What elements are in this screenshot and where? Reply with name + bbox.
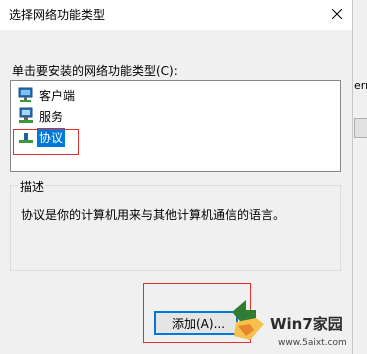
list-item-label: 服务 [39, 109, 64, 124]
list-item-client[interactable]: 客户端 [17, 85, 77, 105]
close-button[interactable] [322, 0, 352, 28]
win7-logo-icon [232, 300, 264, 340]
list-item-label: 客户端 [39, 88, 76, 103]
close-icon [332, 9, 342, 19]
network-protocol-icon [19, 133, 33, 143]
select-network-feature-dialog: 选择网络功能类型 单击要安装的网络功能类型(C): 客户端 服务 协议 描述 协… [0, 0, 352, 354]
list-item-service[interactable]: 服务 [17, 106, 65, 126]
description-group: 描述 协议是你的计算机用来与其他计算机通信的语言。 [10, 178, 341, 271]
network-client-icon [18, 87, 33, 102]
background-window [352, 0, 367, 354]
watermark-name: Win7家园 [270, 315, 343, 333]
dialog-title: 选择网络功能类型 [9, 8, 106, 22]
list-item-label: 协议 [37, 127, 66, 147]
feature-type-list[interactable]: 客户端 服务 协议 [10, 80, 341, 172]
background-window-text: erm [354, 79, 367, 92]
network-service-icon [19, 107, 33, 123]
list-item-protocol[interactable]: 协议 [17, 127, 66, 147]
background-window-button[interactable] [354, 118, 367, 138]
dialog-titlebar: 选择网络功能类型 [0, 0, 352, 30]
watermark-url: www.5aixt.com [278, 338, 347, 348]
feature-type-list-label: 单击要安装的网络功能类型(C): [12, 64, 178, 78]
description-title: 描述 [18, 178, 47, 195]
description-text: 协议是你的计算机用来与其他计算机通信的语言。 [21, 208, 286, 222]
screen: erm 选择网络功能类型 单击要安装的网络功能类型(C): 客户端 [0, 0, 367, 354]
